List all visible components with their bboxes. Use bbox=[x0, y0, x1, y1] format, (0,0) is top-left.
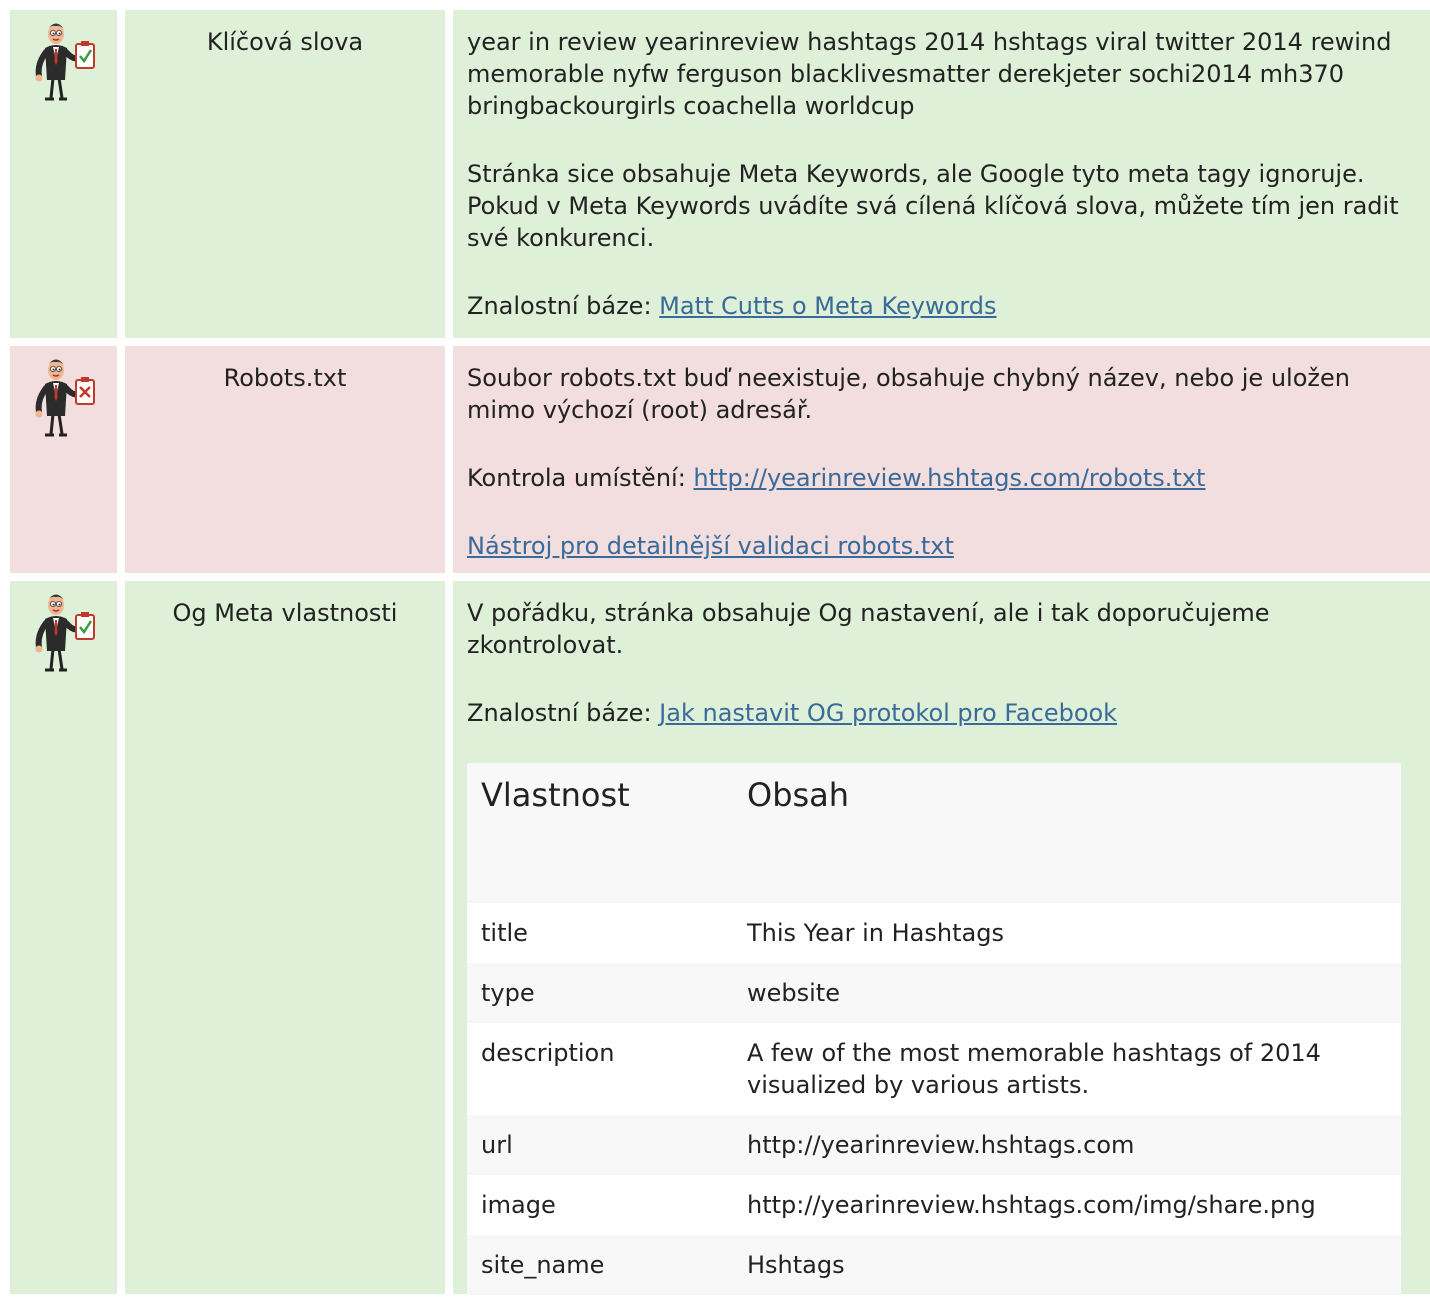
og-property: description bbox=[467, 1023, 733, 1115]
og-content: This Year in Hashtags bbox=[733, 903, 1401, 963]
check-row-keywords: Klíčová slova year in review yearinrevie… bbox=[10, 10, 1430, 338]
businessman-checklist-ok-icon bbox=[29, 591, 99, 677]
meta-keywords-list: year in review yearinreview hashtags 201… bbox=[467, 28, 1392, 120]
table-row: image http://yearinreview.hshtags.com/im… bbox=[467, 1175, 1401, 1235]
robots-validator-link[interactable]: Nástroj pro detailnější validaci robots.… bbox=[467, 532, 954, 560]
robots-check-line: Kontrola umístění: http://yearinreview.h… bbox=[467, 462, 1416, 494]
knowledge-base-line: Znalostní báze: Jak nastavit OG protokol… bbox=[467, 697, 1416, 729]
og-content: website bbox=[733, 963, 1401, 1023]
knowledge-base-line: Znalostní báze: Matt Cutts o Meta Keywor… bbox=[467, 290, 1416, 322]
table-row: title This Year in Hashtags bbox=[467, 903, 1401, 963]
knowledge-base-link[interactable]: Jak nastavit OG protokol pro Facebook bbox=[659, 699, 1117, 727]
og-content: A few of the most memorable hashtags of … bbox=[733, 1023, 1401, 1115]
seo-report: Klíčová slova year in review yearinrevie… bbox=[10, 10, 1430, 1302]
og-property: title bbox=[467, 903, 733, 963]
og-content: http://yearinreview.hshtags.com/img/shar… bbox=[733, 1175, 1401, 1235]
table-row: description A few of the most memorable … bbox=[467, 1023, 1401, 1115]
table-row: site_name Hshtags bbox=[467, 1235, 1401, 1295]
status-cell bbox=[10, 10, 117, 338]
status-cell bbox=[10, 346, 117, 573]
robots-check-prefix: Kontrola umístění: bbox=[467, 464, 686, 492]
check-name: Og Meta vlastnosti bbox=[125, 581, 445, 1294]
meta-keywords-note: Stránka sice obsahuje Meta Keywords, ale… bbox=[467, 160, 1399, 252]
og-message: V pořádku, stránka obsahuje Og nastavení… bbox=[467, 599, 1270, 659]
og-property: url bbox=[467, 1115, 733, 1175]
og-property: type bbox=[467, 963, 733, 1023]
check-row-robots: Robots.txt Soubor robots.txt buď neexist… bbox=[10, 346, 1430, 573]
og-content: Hshtags bbox=[733, 1235, 1401, 1295]
robots-url-link[interactable]: http://yearinreview.hshtags.com/robots.t… bbox=[693, 464, 1205, 492]
check-detail: year in review yearinreview hashtags 201… bbox=[453, 10, 1430, 338]
knowledge-base-link[interactable]: Matt Cutts o Meta Keywords bbox=[659, 292, 996, 320]
column-header-property: Vlastnost bbox=[481, 776, 630, 814]
og-content: http://yearinreview.hshtags.com bbox=[733, 1115, 1401, 1175]
column-header-content: Obsah bbox=[747, 776, 850, 814]
check-name: Robots.txt bbox=[125, 346, 445, 573]
businessman-checklist-ok-icon bbox=[29, 20, 99, 106]
check-row-og-meta: Og Meta vlastnosti V pořádku, stránka ob… bbox=[10, 581, 1430, 1295]
table-row: url http://yearinreview.hshtags.com bbox=[467, 1115, 1401, 1175]
og-property: image bbox=[467, 1175, 733, 1235]
businessman-checklist-error-icon bbox=[29, 356, 99, 442]
check-detail: Soubor robots.txt buď neexistuje, obsahu… bbox=[453, 346, 1430, 573]
knowledge-base-prefix: Znalostní báze: bbox=[467, 292, 652, 320]
robots-tool-line: Nástroj pro detailnější validaci robots.… bbox=[467, 530, 1416, 562]
knowledge-base-prefix: Znalostní báze: bbox=[467, 699, 652, 727]
og-properties-table: Vlastnost Obsah title This Year in Hasht… bbox=[467, 763, 1401, 1295]
table-row: type website bbox=[467, 963, 1401, 1023]
robots-message: Soubor robots.txt buď neexistuje, obsahu… bbox=[467, 364, 1350, 424]
og-property: site_name bbox=[467, 1235, 733, 1295]
check-detail: V pořádku, stránka obsahuje Og nastavení… bbox=[453, 581, 1430, 1295]
check-name: Klíčová slova bbox=[125, 10, 445, 338]
table-header-row: Vlastnost Obsah bbox=[467, 763, 1401, 903]
status-cell bbox=[10, 581, 117, 1294]
